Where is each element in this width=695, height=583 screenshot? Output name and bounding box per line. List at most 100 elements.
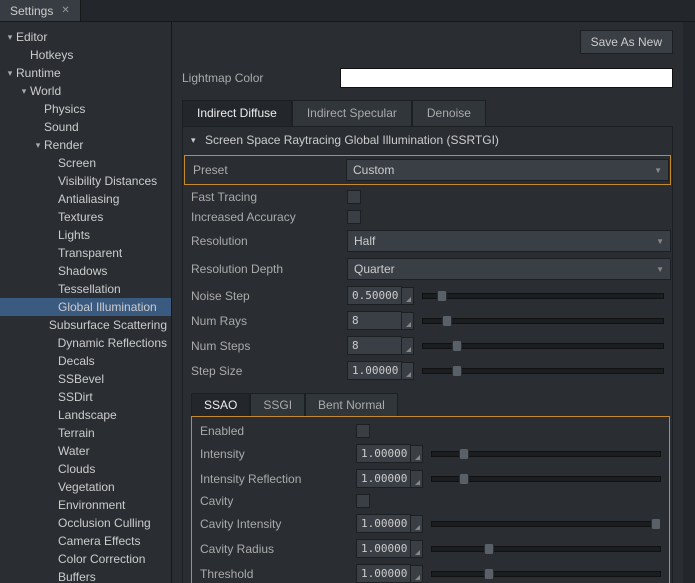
- save-as-new-button[interactable]: Save As New: [580, 30, 673, 54]
- num-rays-slider[interactable]: [422, 318, 664, 324]
- tab-ssgi[interactable]: SSGI: [250, 393, 305, 416]
- ssao-enabled-label: Enabled: [200, 424, 356, 438]
- ssao-intensity-reflection-input[interactable]: 1.00000: [356, 469, 411, 488]
- sidebar-item-color-correction[interactable]: Color Correction: [0, 550, 171, 568]
- sidebar-item-camera-effects[interactable]: Camera Effects: [0, 532, 171, 550]
- resolution-value: Half: [354, 234, 375, 248]
- close-icon[interactable]: ✕: [61, 5, 69, 16]
- step-size-input[interactable]: 1.00000: [347, 361, 402, 380]
- sidebar-item-ssbevel[interactable]: SSBevel: [0, 370, 171, 388]
- noise-step-input[interactable]: 0.50000: [347, 286, 402, 305]
- sidebar-item-visibility-distances[interactable]: Visibility Distances: [0, 172, 171, 190]
- drag-handle-icon[interactable]: [411, 540, 423, 558]
- ssao-cavity-label: Cavity: [200, 494, 356, 508]
- sidebar-item-label: Water: [58, 444, 90, 458]
- ssao-cavity-radius-input[interactable]: 1.00000: [356, 539, 411, 558]
- chevron-down-icon: ▼: [654, 166, 662, 175]
- sidebar-item-hotkeys[interactable]: Hotkeys: [0, 46, 171, 64]
- sidebar-item-terrain[interactable]: Terrain: [0, 424, 171, 442]
- tab-indirect-specular[interactable]: Indirect Specular: [292, 100, 412, 126]
- sidebar-item-buffers[interactable]: Buffers: [0, 568, 171, 583]
- tab-label: Settings: [10, 4, 53, 18]
- sidebar-item-shadows[interactable]: Shadows: [0, 262, 171, 280]
- ssao-intensity-reflection-slider[interactable]: [431, 476, 661, 482]
- resolution-dropdown[interactable]: Half ▼: [347, 230, 671, 252]
- sidebar-item-transparent[interactable]: Transparent: [0, 244, 171, 262]
- sidebar-item-antialiasing[interactable]: Antialiasing: [0, 190, 171, 208]
- sidebar-item-screen[interactable]: Screen: [0, 154, 171, 172]
- drag-handle-icon[interactable]: [402, 287, 414, 305]
- noise-step-label: Noise Step: [191, 289, 347, 303]
- sidebar-item-label: Tessellation: [58, 282, 121, 296]
- drag-handle-icon[interactable]: [411, 565, 423, 583]
- tab-settings[interactable]: Settings ✕: [0, 0, 81, 21]
- drag-handle-icon[interactable]: [402, 337, 414, 355]
- scrollbar-vertical[interactable]: [683, 22, 695, 583]
- drag-handle-icon[interactable]: [411, 515, 423, 533]
- sidebar-item-runtime[interactable]: ▾Runtime: [0, 64, 171, 82]
- num-steps-input[interactable]: 8: [347, 336, 402, 355]
- sidebar-item-sound[interactable]: Sound: [0, 118, 171, 136]
- sidebar-item-dynamic-reflections[interactable]: Dynamic Reflections: [0, 334, 171, 352]
- ssao-cavity-checkbox[interactable]: [356, 494, 370, 508]
- num-rays-input[interactable]: 8: [347, 311, 402, 330]
- sidebar-item-editor[interactable]: ▾Editor: [0, 28, 171, 46]
- sidebar-item-tessellation[interactable]: Tessellation: [0, 280, 171, 298]
- increased-accuracy-label: Increased Accuracy: [191, 210, 347, 224]
- increased-accuracy-checkbox[interactable]: [347, 210, 361, 224]
- sidebar-item-landscape[interactable]: Landscape: [0, 406, 171, 424]
- tab-indirect-diffuse[interactable]: Indirect Diffuse: [182, 100, 292, 126]
- ssrtgi-group-header[interactable]: ▾ Screen Space Raytracing Global Illumin…: [183, 127, 672, 153]
- num-steps-slider[interactable]: [422, 343, 664, 349]
- sidebar-item-label: Terrain: [58, 426, 95, 440]
- tab-bent-normal[interactable]: Bent Normal: [305, 393, 398, 416]
- sidebar-item-label: Lights: [58, 228, 90, 242]
- sidebar-item-render[interactable]: ▾Render: [0, 136, 171, 154]
- chevron-down-icon: ▾: [4, 68, 16, 79]
- resolution-depth-dropdown[interactable]: Quarter ▼: [347, 258, 671, 280]
- ssao-enabled-checkbox[interactable]: [356, 424, 370, 438]
- sidebar-item-water[interactable]: Water: [0, 442, 171, 460]
- sidebar-item-label: Visibility Distances: [58, 174, 157, 188]
- drag-handle-icon[interactable]: [411, 445, 423, 463]
- chevron-down-icon: ▾: [191, 135, 205, 146]
- step-size-label: Step Size: [191, 364, 347, 378]
- preset-label: Preset: [193, 163, 346, 177]
- lightmap-color-swatch[interactable]: [340, 68, 673, 88]
- tab-denoise[interactable]: Denoise: [412, 100, 486, 126]
- fast-tracing-checkbox[interactable]: [347, 190, 361, 204]
- sidebar-item-physics[interactable]: Physics: [0, 100, 171, 118]
- drag-handle-icon[interactable]: [402, 362, 414, 380]
- drag-handle-icon[interactable]: [411, 470, 423, 488]
- ssao-cavity-radius-slider[interactable]: [431, 546, 661, 552]
- sidebar-item-label: Render: [44, 138, 83, 152]
- ssao-intensity-slider[interactable]: [431, 451, 661, 457]
- sidebar-item-subsurface-scattering[interactable]: Subsurface Scattering: [0, 316, 171, 334]
- sidebar-item-global-illumination[interactable]: Global Illumination: [0, 298, 171, 316]
- preset-dropdown[interactable]: Custom ▼: [346, 159, 669, 181]
- ssao-cavity-intensity-slider[interactable]: [431, 521, 661, 527]
- sidebar-item-ssdirt[interactable]: SSDirt: [0, 388, 171, 406]
- sidebar-item-clouds[interactable]: Clouds: [0, 460, 171, 478]
- ssao-threshold-input[interactable]: 1.00000: [356, 564, 411, 583]
- preset-row: Preset Custom ▼: [184, 155, 671, 185]
- drag-handle-icon[interactable]: [402, 312, 414, 330]
- sidebar-item-vegetation[interactable]: Vegetation: [0, 478, 171, 496]
- sidebar-item-world[interactable]: ▾World: [0, 82, 171, 100]
- step-size-slider[interactable]: [422, 368, 664, 374]
- ssao-cavity-intensity-input[interactable]: 1.00000: [356, 514, 411, 533]
- window-tab-bar: Settings ✕: [0, 0, 695, 22]
- sidebar-item-textures[interactable]: Textures: [0, 208, 171, 226]
- sidebar-item-label: Occlusion Culling: [58, 516, 151, 530]
- sidebar-item-lights[interactable]: Lights: [0, 226, 171, 244]
- sidebar-item-occlusion-culling[interactable]: Occlusion Culling: [0, 514, 171, 532]
- tab-ssao[interactable]: SSAO: [191, 393, 250, 416]
- sidebar-item-environment[interactable]: Environment: [0, 496, 171, 514]
- indirect-diffuse-panel: ▾ Screen Space Raytracing Global Illumin…: [182, 126, 673, 583]
- sidebar-item-label: Physics: [44, 102, 85, 116]
- content-panel: Save As New Lightmap Color Indirect Diff…: [172, 22, 683, 583]
- ssao-intensity-input[interactable]: 1.00000: [356, 444, 411, 463]
- noise-step-slider[interactable]: [422, 293, 664, 299]
- ssao-threshold-slider[interactable]: [431, 571, 661, 577]
- sidebar-item-decals[interactable]: Decals: [0, 352, 171, 370]
